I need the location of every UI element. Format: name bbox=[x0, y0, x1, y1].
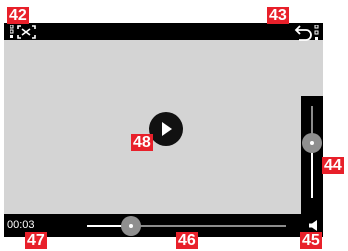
top-toolbar bbox=[4, 23, 323, 40]
callout-time: 47 bbox=[25, 232, 47, 249]
back-arrow-icon[interactable] bbox=[293, 25, 321, 41]
seek-bar[interactable] bbox=[87, 225, 286, 227]
callout-fullscreen: 42 bbox=[7, 7, 29, 24]
fullscreen-icon[interactable] bbox=[10, 25, 36, 39]
play-icon bbox=[161, 122, 173, 136]
volume-level bbox=[311, 147, 313, 198]
play-button[interactable] bbox=[149, 112, 183, 146]
callout-play: 48 bbox=[131, 134, 153, 151]
callout-volume-icon: 45 bbox=[300, 232, 322, 249]
callout-volume-slider: 44 bbox=[322, 157, 344, 174]
current-time: 00:03 bbox=[7, 219, 35, 231]
speaker-icon[interactable] bbox=[309, 220, 319, 231]
callout-back: 43 bbox=[267, 7, 289, 24]
volume-knob[interactable] bbox=[302, 133, 322, 153]
callout-seek-bar: 46 bbox=[176, 232, 198, 249]
seek-knob[interactable] bbox=[121, 216, 141, 236]
